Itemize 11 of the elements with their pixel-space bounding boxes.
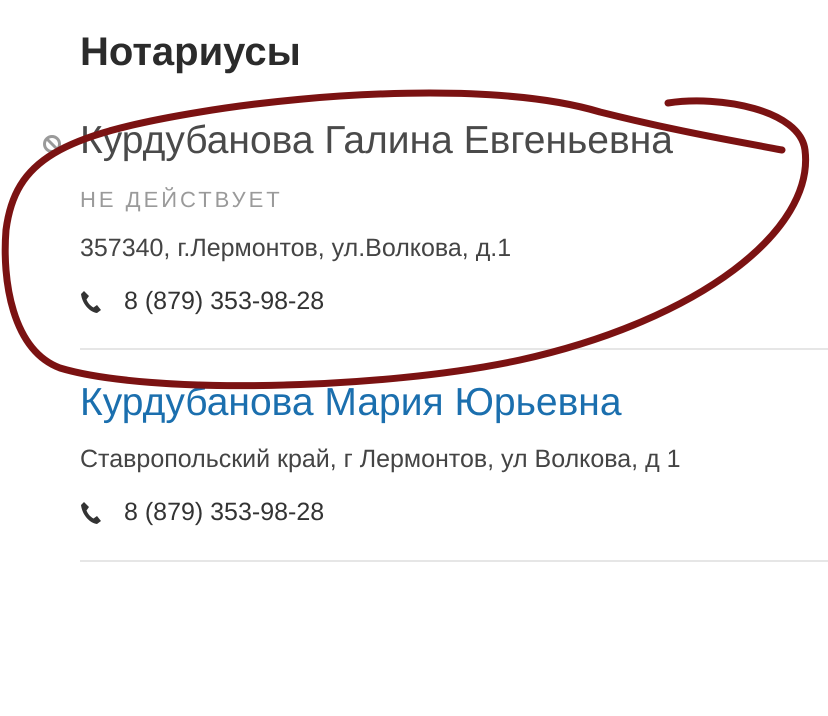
page-heading: Нотариусы — [80, 29, 302, 76]
notary-name: Курдубанова Галина Евгеньевна — [80, 118, 673, 164]
phone-icon — [80, 290, 102, 314]
phone-number: 8 (879) 353-98-28 — [124, 497, 324, 528]
phone-number: 8 (879) 353-98-28 — [124, 286, 324, 317]
blocked-icon — [42, 134, 62, 154]
notary-name-link[interactable]: Курдубанова Мария Юрьевна — [80, 380, 622, 428]
status-label: НЕ ДЕЙСТВУЕТ — [80, 186, 284, 214]
address-text: 357340, г.Лермонтов, ул.Волкова, д.1 — [80, 232, 512, 264]
address-text: Ставропольский край, г Лермонтов, ул Волкова, д 1 — [80, 444, 682, 476]
phone-icon — [80, 500, 102, 525]
